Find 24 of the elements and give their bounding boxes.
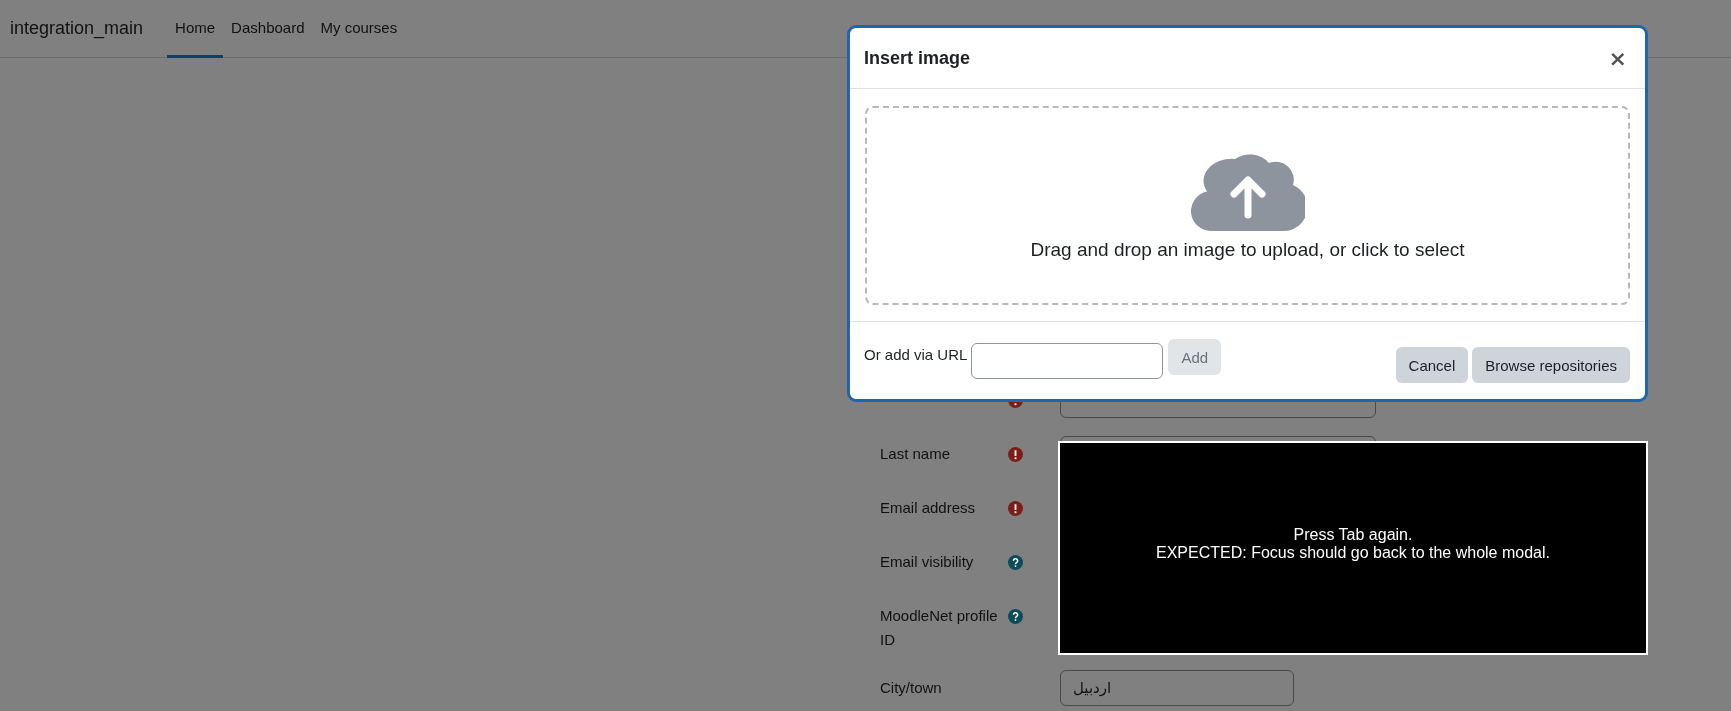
help-icon[interactable] bbox=[1008, 608, 1023, 624]
help-icon[interactable] bbox=[1008, 554, 1023, 570]
drop-zone[interactable]: Drag and drop an image to upload, or click to select bbox=[865, 106, 1630, 305]
required-icon bbox=[1008, 446, 1023, 462]
caption-text: Press Tab again. bbox=[1293, 526, 1413, 544]
cancel-button[interactable]: Cancel bbox=[1395, 347, 1469, 383]
nav-tab[interactable]: Dashboard bbox=[223, 0, 313, 58]
nav-tab[interactable]: Home bbox=[167, 0, 224, 58]
url-field[interactable] bbox=[971, 343, 1164, 379]
field-label: Last name bbox=[880, 444, 952, 464]
url-label: Or add via URL bbox=[864, 345, 968, 363]
caption-text: EXPECTED: Focus should go back to the whole modal. bbox=[1156, 544, 1550, 562]
drop-hint: Drag and drop an image to upload, or click to select bbox=[1030, 238, 1465, 261]
field-label: City/town bbox=[880, 678, 943, 698]
text-field[interactable]: اردبیل bbox=[1060, 670, 1294, 706]
close-button[interactable]: × bbox=[1604, 45, 1631, 71]
browse-button[interactable]: Browse repositories bbox=[1472, 347, 1630, 383]
dialog-title: Insert image bbox=[864, 47, 971, 69]
nav-tab[interactable]: My courses bbox=[312, 0, 406, 58]
field-label: Email visibility bbox=[880, 552, 975, 572]
field-label: MoodleNet profile ID bbox=[880, 606, 999, 650]
field-label: Email address bbox=[880, 498, 977, 518]
site-name[interactable]: integration_main bbox=[10, 18, 144, 39]
required-icon bbox=[1008, 500, 1023, 516]
